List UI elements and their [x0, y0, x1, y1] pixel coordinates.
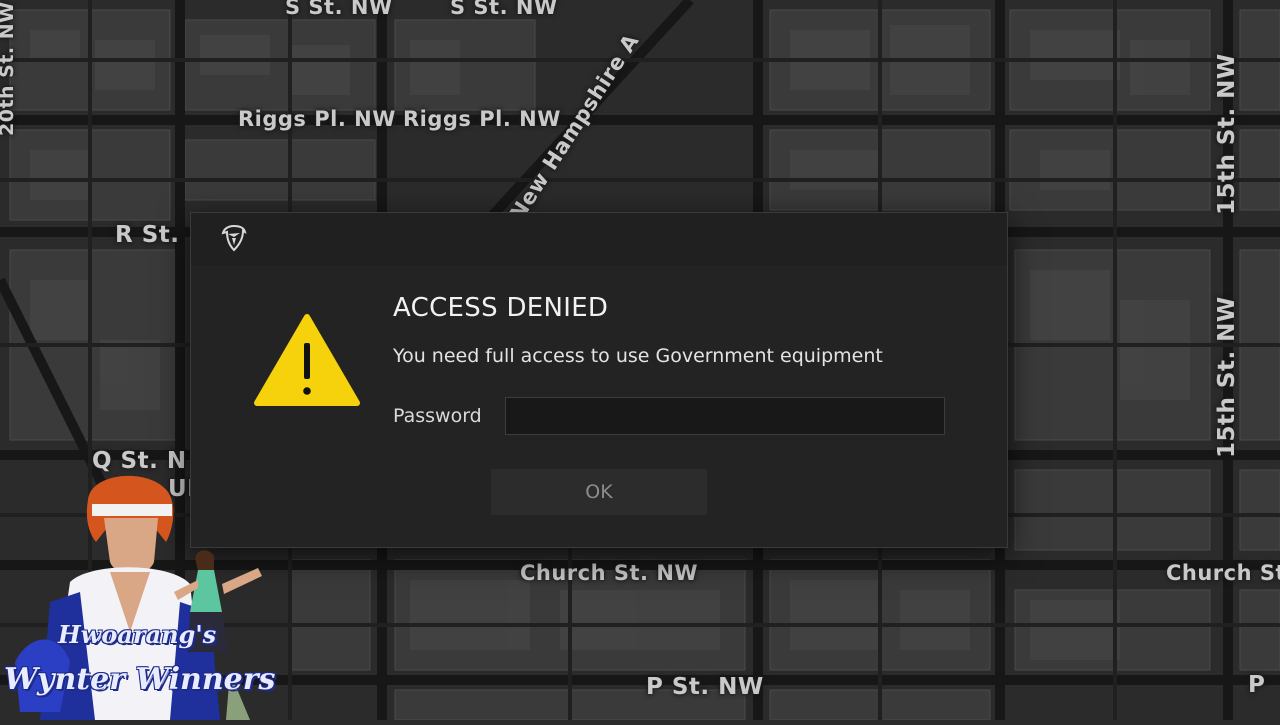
- street-label: S St. NW: [450, 0, 558, 19]
- street-label: S St. NW: [285, 0, 393, 19]
- access-denied-dialog: ACCESS DENIED You need full access to us…: [190, 212, 1008, 548]
- dialog-titlebar[interactable]: [191, 213, 1007, 265]
- street-label: Church St. NW: [520, 561, 699, 585]
- shield-emblem-icon: [221, 224, 247, 252]
- street-label: Church St: [1166, 561, 1280, 585]
- street-label: 20th St. NW: [0, 1, 18, 136]
- street-label: R St.: [115, 222, 180, 248]
- password-label: Password: [393, 405, 482, 427]
- street-label: 15th St. NW: [1214, 296, 1240, 458]
- street-label: 15th St. NW: [1214, 53, 1240, 215]
- ok-button[interactable]: OK: [491, 469, 707, 515]
- channel-watermark: Hwoarang's Wynter Winners: [0, 462, 290, 720]
- password-input[interactable]: [505, 397, 945, 435]
- warning-triangle-icon: [254, 314, 360, 406]
- street-label: Riggs Pl. NW: [238, 107, 396, 131]
- street-label: P St. NW: [646, 674, 764, 700]
- dialog-heading: ACCESS DENIED: [393, 293, 609, 323]
- street-label: P: [1248, 672, 1266, 698]
- watermark-text-line1: Hwoarang's: [58, 620, 217, 649]
- watermark-text-line2: Wynter Winners: [4, 662, 276, 697]
- street-label: Riggs Pl. NW: [403, 107, 561, 131]
- dialog-message: You need full access to use Government e…: [393, 345, 883, 367]
